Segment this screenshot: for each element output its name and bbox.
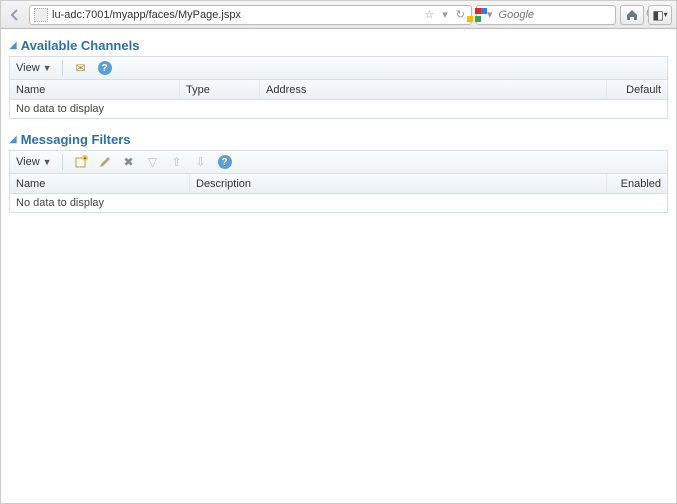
column-name[interactable]: Name	[10, 174, 190, 193]
view-menu-label: View	[16, 156, 40, 168]
svg-text:✦: ✦	[82, 156, 86, 162]
help-button[interactable]: ?	[97, 60, 113, 76]
browser-toolbar: ☆ ▾ ↻ ▾ 🔍 ◧▾	[1, 1, 676, 29]
column-enabled[interactable]: Enabled	[607, 174, 667, 193]
panel-title: Available Channels	[21, 38, 140, 53]
view-menu[interactable]: View ▼	[16, 156, 52, 168]
column-type[interactable]: Type	[180, 80, 260, 99]
move-up-icon: ⇧	[169, 154, 185, 170]
panel-header: ◢ Available Channels	[9, 35, 668, 56]
filters-column-headers: Name Description Enabled	[9, 174, 668, 194]
chevron-down-icon: ▼	[43, 157, 52, 167]
back-button[interactable]	[5, 5, 25, 25]
search-bar[interactable]: ▾ 🔍	[476, 5, 616, 25]
move-down-icon: ⇩	[193, 154, 209, 170]
delete-icon[interactable]: ✖	[121, 154, 137, 170]
url-bar[interactable]: ☆ ▾ ↻	[29, 5, 472, 25]
column-name[interactable]: Name	[10, 80, 180, 99]
disclose-icon[interactable]: ◢	[9, 134, 17, 145]
disclose-icon[interactable]: ◢	[9, 40, 17, 51]
chevron-down-icon: ▼	[43, 63, 52, 73]
view-menu-label: View	[16, 62, 40, 74]
help-icon: ?	[98, 61, 112, 75]
page-content: ◢ Available Channels View ▼ ✉ ? Name Typ…	[1, 29, 676, 229]
edit-icon[interactable]	[97, 154, 113, 170]
mail-icon[interactable]: ✉	[73, 60, 89, 76]
panel-title: Messaging Filters	[21, 132, 131, 147]
column-address[interactable]: Address	[260, 80, 607, 99]
empty-message: No data to display	[16, 103, 104, 115]
help-button[interactable]: ?	[217, 154, 233, 170]
bookmarks-button[interactable]: ◧▾	[648, 5, 672, 25]
column-default[interactable]: Default	[607, 80, 667, 99]
view-menu[interactable]: View ▼	[16, 62, 52, 74]
home-button[interactable]	[620, 5, 644, 25]
filters-table-body: No data to display	[9, 194, 668, 213]
reload-button[interactable]: ↻	[454, 8, 467, 21]
separator	[62, 154, 63, 170]
channels-column-headers: Name Type Address Default	[9, 80, 668, 100]
empty-message: No data to display	[16, 197, 104, 209]
help-icon: ?	[218, 155, 232, 169]
filter-icon: ▽	[145, 154, 161, 170]
history-dropdown-icon[interactable]: ▾	[440, 8, 450, 21]
url-input[interactable]	[52, 9, 418, 21]
channels-table-body: No data to display	[9, 100, 668, 119]
available-channels-panel: ◢ Available Channels View ▼ ✉ ? Name Typ…	[9, 35, 668, 119]
bookmark-star-icon[interactable]: ☆	[422, 8, 436, 21]
channels-toolbar: View ▼ ✉ ?	[9, 56, 668, 80]
create-icon[interactable]: ✦	[73, 154, 89, 170]
panel-header: ◢ Messaging Filters	[9, 129, 668, 150]
site-identity-icon	[34, 8, 48, 22]
separator	[62, 60, 63, 76]
filters-toolbar: View ▼ ✦ ✖ ▽ ⇧ ⇩ ?	[9, 150, 668, 174]
messaging-filters-panel: ◢ Messaging Filters View ▼ ✦ ✖ ▽ ⇧ ⇩ ? N…	[9, 129, 668, 213]
column-description[interactable]: Description	[190, 174, 607, 193]
